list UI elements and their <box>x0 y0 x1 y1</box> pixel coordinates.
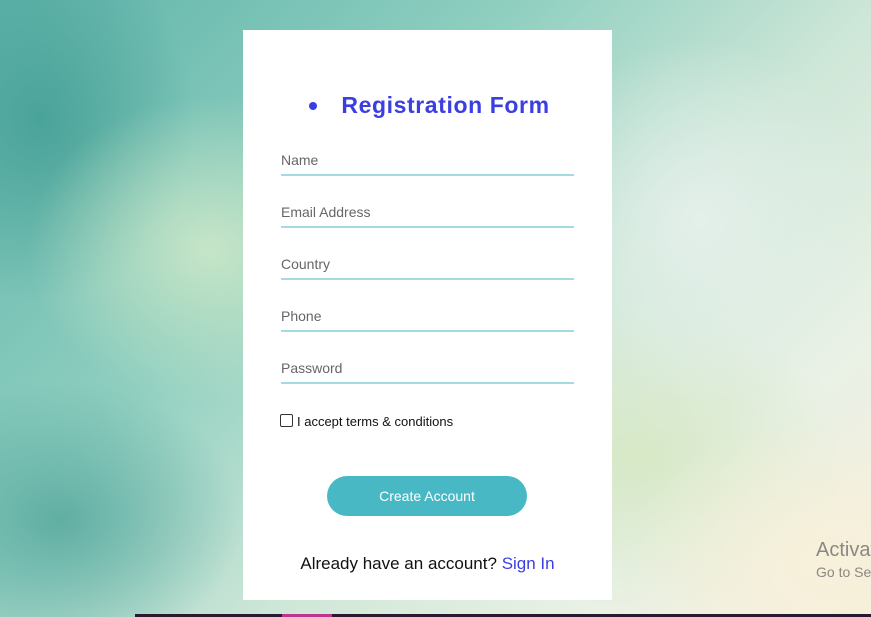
password-input[interactable] <box>281 350 574 382</box>
signin-link[interactable]: Sign In <box>502 554 555 573</box>
name-input[interactable] <box>281 142 574 174</box>
registration-card: Registration Form I accept terms & condi… <box>243 30 612 600</box>
signin-row: Already have an account? Sign In <box>243 554 612 574</box>
password-field <box>281 350 574 384</box>
signin-prompt: Already have an account? <box>300 554 497 573</box>
bullet-icon <box>309 101 318 110</box>
form-header: Registration Form <box>243 92 612 119</box>
terms-row: I accept terms & conditions <box>280 414 453 429</box>
country-input[interactable] <box>281 246 574 278</box>
windows-activation-watermark: Activat Go to Se <box>816 538 871 582</box>
terms-label: I accept terms & conditions <box>297 414 454 429</box>
form-title: Registration Form <box>341 92 550 118</box>
title-list: Registration Form <box>305 92 549 119</box>
title-list-item: Registration Form <box>305 92 549 119</box>
phone-field <box>281 298 574 332</box>
activation-title: Activat <box>816 539 871 561</box>
phone-input[interactable] <box>281 298 574 330</box>
name-field <box>281 142 574 176</box>
email-input[interactable] <box>281 194 574 226</box>
activation-subtitle: Go to Se <box>816 564 871 580</box>
country-field <box>281 246 574 280</box>
create-account-button[interactable]: Create Account <box>327 476 527 516</box>
terms-checkbox[interactable] <box>280 414 293 427</box>
email-field <box>281 194 574 228</box>
